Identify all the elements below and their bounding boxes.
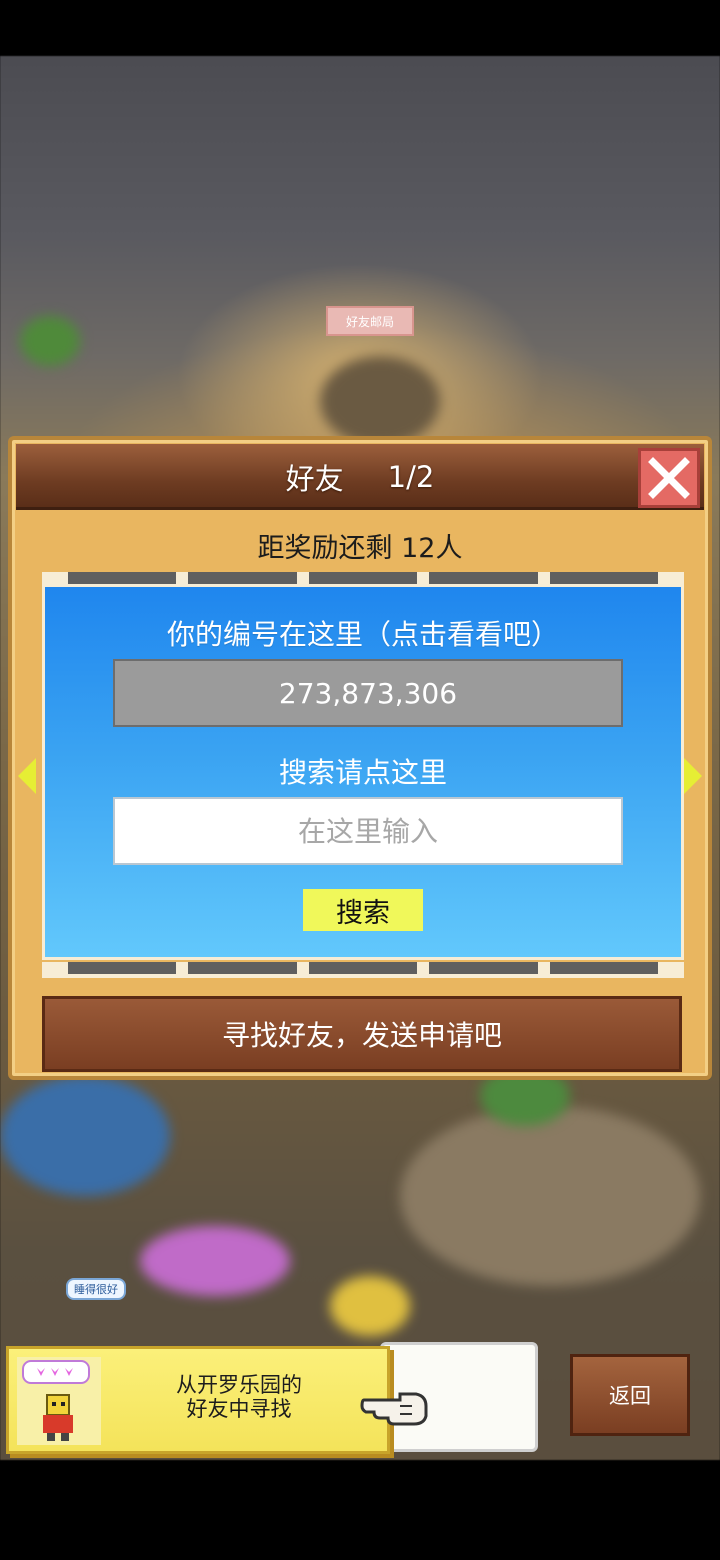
friend-slots-bottom: [42, 962, 684, 978]
next-page-arrow-icon[interactable]: [684, 758, 702, 794]
reward-remaining-text: 距奖励还剩 12人: [257, 533, 463, 564]
friend-slot[interactable]: [549, 572, 659, 584]
npc-speech-bubble: 睡得很好: [66, 1278, 126, 1300]
search-label: 搜索请点这里: [278, 756, 447, 789]
close-button[interactable]: [638, 448, 700, 508]
friend-slot[interactable]: [429, 572, 538, 584]
friend-slot[interactable]: [308, 962, 418, 974]
close-icon: [648, 457, 690, 499]
hint-text: 从开罗乐园的 好友中寻找: [139, 1373, 339, 1421]
dialog-title: 好友 1/2: [16, 444, 704, 510]
previous-page-arrow-icon[interactable]: [18, 758, 36, 794]
hint-avatar: [17, 1357, 101, 1445]
id-search-panel: 你的编号在这里（点击看看吧） 273,873,306 搜索请点这里 搜索: [42, 584, 684, 960]
dialog-title-text: 好友: [285, 462, 344, 496]
friend-slot[interactable]: [549, 962, 659, 974]
friend-slot[interactable]: [188, 962, 297, 974]
page-indicator: 1/2: [387, 460, 435, 494]
robot-mascot-icon: [22, 1360, 90, 1441]
player-id-box[interactable]: 273,873,306: [113, 659, 623, 727]
friend-slot[interactable]: [188, 572, 297, 584]
friend-slot[interactable]: [429, 962, 538, 974]
friend-slot[interactable]: [68, 572, 177, 584]
search-button[interactable]: 搜索: [303, 889, 423, 931]
dialog-header: 好友 1/2: [16, 444, 704, 510]
friends-dialog: 好友 1/2 距奖励还剩 12人 你的编号在这里（点击看看吧） 273,873,…: [8, 436, 712, 1080]
friend-slot[interactable]: [308, 572, 418, 584]
pointing-hand-icon: [360, 1392, 428, 1426]
friend-hint-panel[interactable]: 从开罗乐园的 好友中寻找: [6, 1346, 390, 1454]
back-button[interactable]: 返回: [570, 1354, 690, 1436]
post-office-sign[interactable]: 好友邮局: [326, 306, 414, 336]
hint-line-1: 从开罗乐园的: [176, 1373, 302, 1397]
hint-line-2: 好友中寻找: [186, 1397, 292, 1421]
friend-slot[interactable]: [68, 962, 177, 974]
post-office-label: 好友邮局: [345, 314, 394, 329]
find-friends-button[interactable]: 寻找好友，发送申请吧: [42, 996, 682, 1072]
player-id-label[interactable]: 你的编号在这里（点击看看吧）: [45, 613, 681, 653]
friend-search-input[interactable]: [113, 797, 623, 865]
